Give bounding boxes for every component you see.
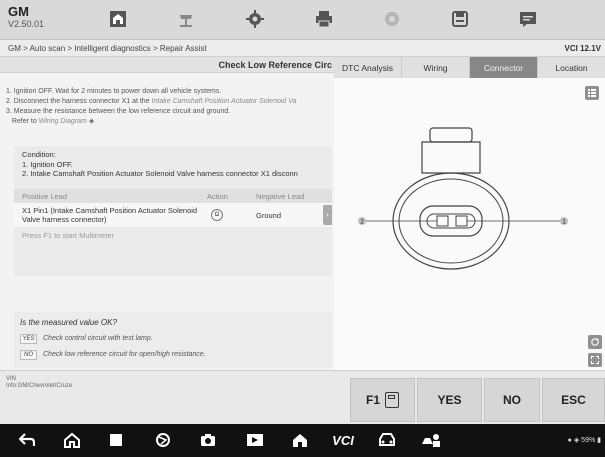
connector-diagram: 2 1	[358, 127, 568, 270]
condition-text: Condition: 1. Ignition OFF. 2. Intake Ca…	[22, 150, 332, 179]
yes-button[interactable]: YES	[417, 378, 482, 422]
f1-label: F1	[365, 393, 380, 407]
chevron-right-icon[interactable]: ›	[323, 205, 332, 225]
page-title: Check Low Reference Circ	[218, 60, 332, 70]
answer-no-row: NO Check low reference circuit for open/h…	[20, 350, 206, 360]
camera-icon[interactable]	[197, 430, 219, 450]
answer-yes-row: YES Check control circuit with test lamp.	[20, 334, 153, 344]
tab-dtc-analysis[interactable]: DTC Analysis	[334, 57, 401, 78]
yes-option-button[interactable]: YES	[20, 334, 37, 344]
status-area: ● ◈ 59% ▮	[568, 436, 601, 444]
refresh-icon[interactable]	[588, 335, 602, 349]
condition-box: Condition: 1. Ignition OFF. 2. Intake Ca…	[14, 146, 332, 276]
battery-icon: ▮	[597, 437, 601, 444]
tab-connector[interactable]: Connector	[469, 57, 537, 78]
multimeter-icon	[385, 392, 399, 408]
system-nav-bar: VCI ● ◈ 59% ▮	[0, 424, 605, 457]
android-home-icon[interactable]	[61, 430, 83, 450]
breadcrumb-bar: GM > Auto scan > Intelligent diagnostics…	[0, 40, 605, 57]
measurement-question: Is the measured value OK? YES Check contr…	[14, 312, 332, 368]
procedure-title-bar: Check Low Reference Circ	[0, 57, 334, 73]
no-button[interactable]: NO	[484, 378, 540, 422]
header-positive-lead: Positive Lead	[22, 192, 68, 201]
tab-wiring[interactable]: Wiring	[401, 57, 469, 78]
negative-lead-cell: Ground	[256, 211, 282, 220]
header-negative-lead: Negative Lead	[256, 192, 305, 201]
question-text: Is the measured value OK?	[20, 318, 117, 327]
step-3-ref: Refer to Wiring Diagram ◈	[11, 118, 95, 125]
breadcrumb: GM > Auto scan > Intelligent diagnostics…	[8, 44, 207, 53]
save-icon[interactable]	[449, 9, 471, 29]
table-row: X1 Pin1 (Intake Camshaft Position Actuat…	[14, 203, 332, 227]
app-name: GM	[8, 4, 29, 19]
info-tabs: DTC Analysis Wiring Connector Location	[334, 57, 605, 78]
component-link[interactable]: Intake Camshaft Position Actuator Soleno…	[152, 98, 297, 105]
condition-line-2: 2. Intake Camshaft Position Actuator Sol…	[22, 169, 298, 178]
top-toolbar: GM V2.50.01	[0, 0, 605, 40]
maxisys-home-icon[interactable]	[289, 430, 311, 450]
vci-status: VCI 12.1V	[564, 44, 601, 53]
function-bar: VIN Info:GM/Chevrolet/Cruze F1 YES NO ES…	[0, 370, 605, 424]
no-option-button[interactable]: NO	[20, 350, 37, 360]
positive-lead-cell: X1 Pin1 (Intake Camshaft Position Actuat…	[22, 206, 198, 224]
tab-location[interactable]: Location	[537, 57, 605, 78]
settings-icon[interactable]	[244, 9, 266, 29]
press-hint: Press F1 to start Multimeter	[22, 231, 115, 240]
step-1: 1. Ignition OFF. Wait for 2 minutes to p…	[6, 88, 222, 95]
home-icon[interactable]	[107, 9, 129, 29]
print-icon[interactable]	[313, 9, 335, 29]
remote-expert-icon[interactable]	[420, 430, 442, 450]
step-2: 2. Disconnect the harness connector X1 a…	[6, 98, 297, 105]
esc-button[interactable]: ESC	[542, 378, 605, 422]
header-action: Action	[207, 192, 228, 201]
screen-record-icon[interactable]	[244, 430, 266, 450]
vin-label: VIN	[6, 376, 17, 382]
f1-multimeter-button[interactable]: F1	[350, 378, 415, 422]
wifi-icon: ● ◈	[567, 437, 582, 444]
back-icon[interactable]	[16, 430, 38, 450]
recent-apps-icon[interactable]	[105, 430, 127, 450]
condition-line-1: 1. Ignition OFF.	[22, 159, 73, 169]
browser-icon[interactable]	[152, 430, 174, 450]
car-icon[interactable]	[376, 430, 398, 450]
procedure-panel: Check Low Reference Circ 1. Ignition OFF…	[0, 57, 334, 370]
app-version: V2.50.01	[8, 19, 45, 29]
vehicle-info: VIN Info:GM/Chevrolet/Cruze	[6, 376, 72, 390]
message-icon[interactable]	[517, 9, 539, 29]
condition-label: Condition:	[22, 150, 56, 159]
step-3: 3. Measure the resistance between the lo…	[6, 108, 231, 115]
step-list: 1. Ignition OFF. Wait for 2 minutes to p…	[6, 87, 332, 127]
ohm-action-button[interactable]: Ω	[211, 209, 223, 221]
fullscreen-icon[interactable]	[588, 353, 602, 367]
table-header: Positive Lead Action Negative Lead	[14, 189, 332, 203]
app-brand: GM V2.50.01	[8, 4, 45, 30]
no-answer-text: Check low reference circuit for open/hig…	[43, 351, 206, 358]
vehicle-info-text: Info:GM/Chevrolet/Cruze	[6, 383, 73, 389]
battery-percent: 59%	[581, 437, 596, 444]
connector-view: 2 1	[334, 78, 605, 370]
wiring-diagram-link[interactable]: Wiring Diagram	[39, 118, 87, 125]
yes-answer-text: Check control circuit with test lamp.	[43, 335, 153, 342]
link-icon: ◈	[88, 118, 95, 125]
vci-icon[interactable]: VCI	[328, 430, 358, 450]
help-icon[interactable]	[381, 9, 403, 29]
vehicle-lift-icon[interactable]	[175, 9, 197, 29]
